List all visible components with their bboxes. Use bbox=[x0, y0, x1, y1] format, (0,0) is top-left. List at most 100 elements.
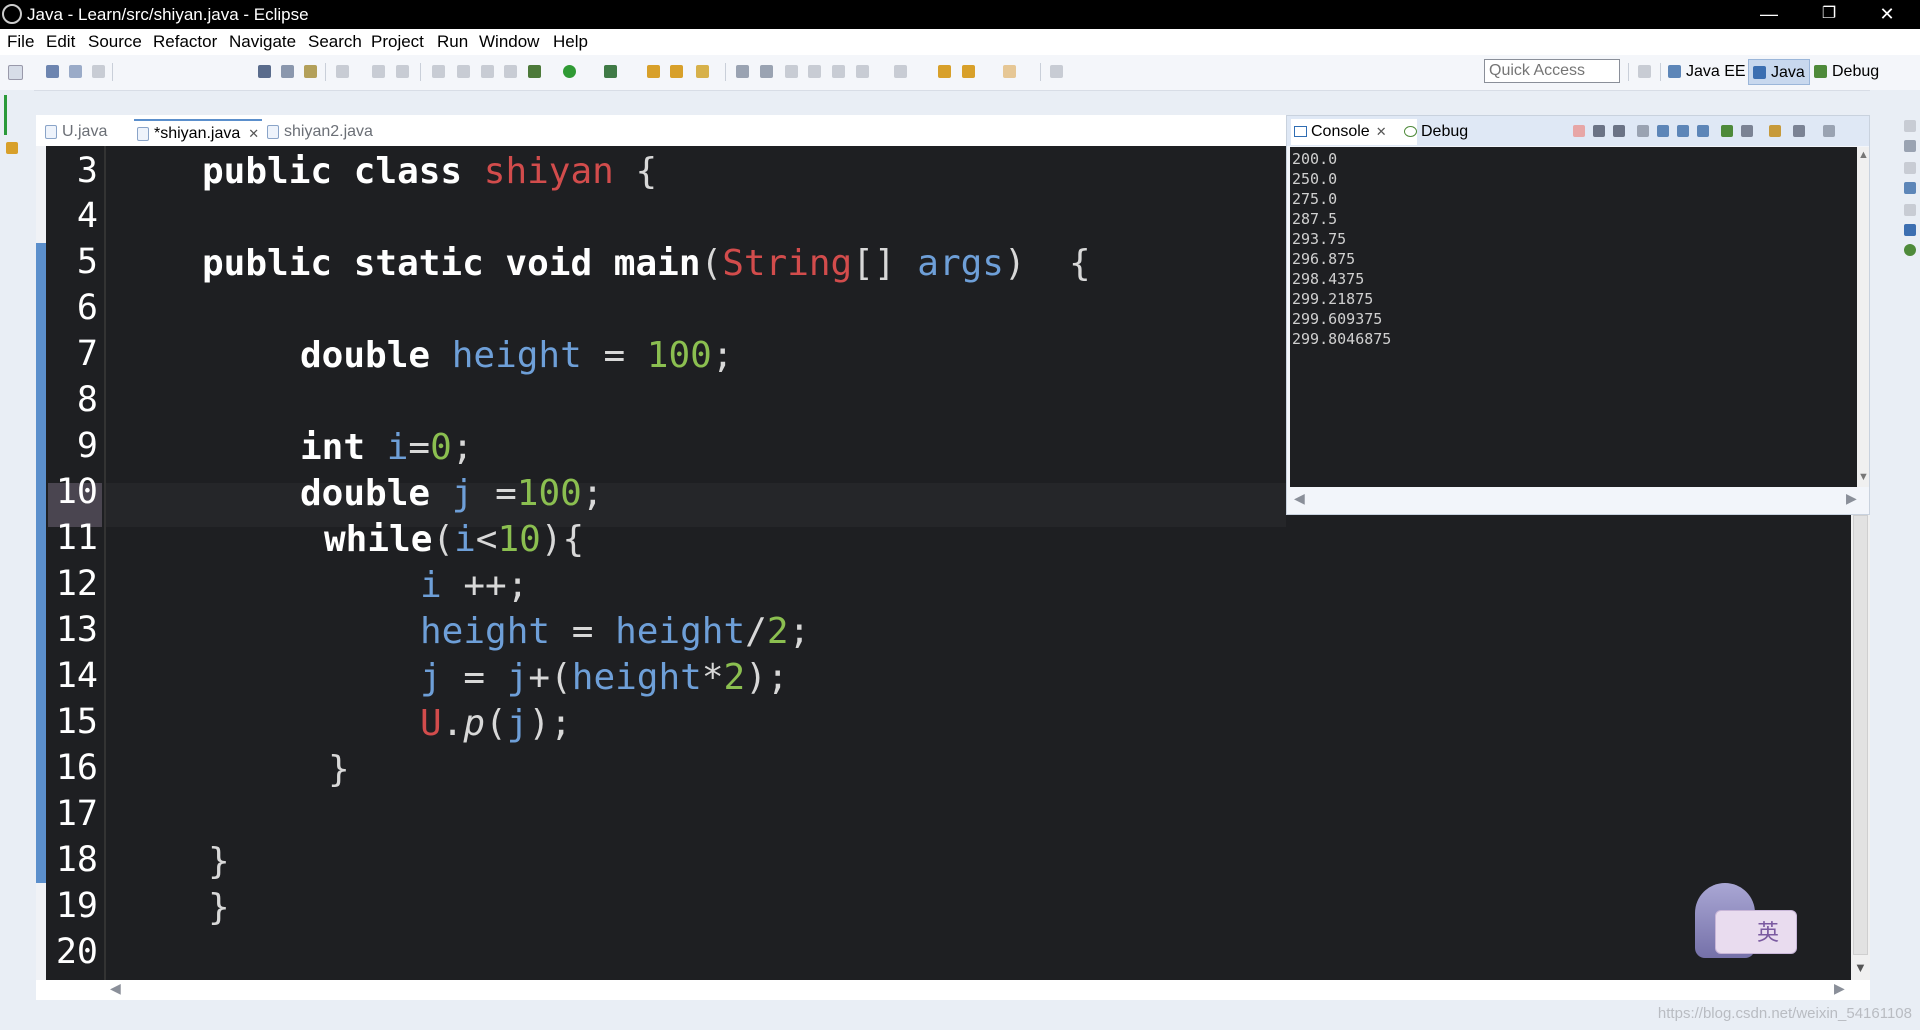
minimize-view-icon[interactable] bbox=[1823, 125, 1835, 137]
toggle-mark-occurrences-icon[interactable] bbox=[258, 65, 271, 78]
menu-edit[interactable]: Edit bbox=[46, 32, 75, 52]
open-type-icon[interactable] bbox=[670, 65, 683, 78]
console-horizontal-scrollbar[interactable]: ◀ ▶ bbox=[1290, 488, 1864, 512]
scroll-down-icon[interactable]: ▼ bbox=[1858, 471, 1869, 483]
open-console-icon[interactable] bbox=[1769, 125, 1781, 137]
new-icon[interactable] bbox=[8, 65, 23, 80]
remove-all-launches-icon[interactable] bbox=[1613, 125, 1625, 137]
pin-icon[interactable] bbox=[1050, 65, 1063, 78]
menu-run[interactable]: Run bbox=[437, 32, 468, 52]
outline-icon[interactable] bbox=[1904, 182, 1916, 194]
menu-help[interactable]: Help bbox=[553, 32, 588, 52]
resume-icon[interactable] bbox=[372, 65, 385, 78]
annotation-nav-icon[interactable] bbox=[894, 65, 907, 78]
skip-breakpoints-icon[interactable] bbox=[336, 65, 349, 78]
editor-horizontal-scrollbar[interactable]: ◀ ▶ bbox=[36, 980, 1870, 1000]
back-icon[interactable] bbox=[938, 65, 951, 78]
scroll-right-icon[interactable]: ▶ bbox=[1834, 980, 1845, 997]
console-icon bbox=[1294, 126, 1307, 137]
pin-editor-icon[interactable] bbox=[785, 65, 798, 78]
java-file-icon bbox=[137, 127, 149, 141]
suspend-icon[interactable] bbox=[396, 65, 409, 78]
close-button[interactable]: ✕ bbox=[1858, 0, 1916, 29]
perspective-debug[interactable]: Debug bbox=[1810, 59, 1883, 85]
code-line-13: height = height/2; bbox=[420, 611, 811, 652]
perspective-java-ee[interactable]: Java EE bbox=[1664, 59, 1750, 85]
clear-console-icon[interactable] bbox=[1637, 125, 1649, 137]
code-editor[interactable]: public class shiyan { public static void… bbox=[106, 146, 1286, 980]
debug-icon[interactable] bbox=[528, 65, 541, 78]
console-line: 296.875 bbox=[1292, 250, 1356, 268]
save-all-icon[interactable] bbox=[69, 65, 82, 78]
tab-debug[interactable]: Debug bbox=[1401, 119, 1501, 145]
open-perspective-icon[interactable] bbox=[1638, 65, 1651, 78]
scrollbar-thumb[interactable] bbox=[1853, 515, 1868, 955]
scroll-up-icon[interactable]: ▲ bbox=[1858, 149, 1869, 161]
tab-console[interactable]: Console ✕ bbox=[1291, 119, 1417, 145]
scroll-lock-icon[interactable] bbox=[1657, 125, 1669, 137]
show-on-stderr-icon[interactable] bbox=[1697, 125, 1709, 137]
editor-vertical-scrollbar[interactable]: ▼ bbox=[1851, 515, 1870, 980]
step-into-icon[interactable] bbox=[432, 65, 445, 78]
scroll-left-icon[interactable]: ◀ bbox=[110, 980, 121, 997]
task-list-icon[interactable] bbox=[1904, 140, 1916, 152]
next-edit-icon[interactable] bbox=[856, 65, 869, 78]
last-edit-icon[interactable] bbox=[832, 65, 845, 78]
menu-navigate[interactable]: Navigate bbox=[229, 32, 296, 52]
view-menu-icon[interactable] bbox=[1793, 125, 1805, 137]
restore-view-icon[interactable] bbox=[1904, 162, 1916, 174]
package-explorer-icon[interactable] bbox=[6, 142, 18, 154]
remove-launch-icon[interactable] bbox=[1593, 125, 1605, 137]
prev-annotation-icon[interactable] bbox=[760, 65, 773, 78]
console-line: 298.4375 bbox=[1292, 270, 1365, 288]
menu-project[interactable]: Project bbox=[371, 32, 424, 52]
perspective-java[interactable]: Java bbox=[1748, 59, 1810, 85]
console-vertical-scrollbar[interactable]: ▲ ▼ bbox=[1857, 147, 1869, 487]
line-number: 15 bbox=[55, 702, 98, 742]
forward-icon[interactable] bbox=[1003, 65, 1016, 78]
show-whitespace-icon[interactable] bbox=[808, 65, 821, 78]
new-java-project-icon[interactable] bbox=[647, 65, 660, 78]
menu-source[interactable]: Source bbox=[88, 32, 142, 52]
title-bar: Java - Learn/src/shiyan.java - Eclipse —… bbox=[0, 0, 1920, 29]
show-on-stdout-icon[interactable] bbox=[1677, 125, 1689, 137]
scroll-left-icon[interactable]: ◀ bbox=[1294, 490, 1305, 507]
next-annotation-icon[interactable] bbox=[736, 65, 749, 78]
editor-tab-bar: U.java *shiyan.java ✕ shiyan2.java bbox=[36, 115, 1286, 146]
tab-shiyan2-java[interactable]: shiyan2.java bbox=[264, 119, 394, 146]
menu-file[interactable]: File bbox=[7, 32, 34, 52]
debug-icon[interactable] bbox=[1904, 244, 1916, 256]
minimize-button[interactable]: — bbox=[1740, 0, 1798, 29]
display-console-icon[interactable] bbox=[1741, 125, 1753, 137]
console-icon[interactable] bbox=[1904, 224, 1916, 236]
terminate-icon[interactable] bbox=[1573, 125, 1585, 137]
overview-ruler bbox=[36, 146, 46, 986]
toggle-block-selection-icon[interactable] bbox=[281, 65, 294, 78]
scroll-right-icon[interactable]: ▶ bbox=[1846, 490, 1857, 507]
coverage-icon[interactable] bbox=[604, 65, 617, 78]
disconnect-icon[interactable] bbox=[504, 65, 517, 78]
step-over-icon[interactable] bbox=[457, 65, 470, 78]
close-tab-icon[interactable]: ✕ bbox=[248, 126, 259, 141]
tab-shiyan-java[interactable]: *shiyan.java ✕ bbox=[134, 119, 262, 146]
print-icon[interactable] bbox=[92, 65, 105, 78]
restore-button[interactable]: ❐ bbox=[1800, 0, 1858, 29]
pin-console-icon[interactable] bbox=[1721, 125, 1733, 137]
menu-window[interactable]: Window bbox=[479, 32, 539, 52]
terminate-icon[interactable] bbox=[481, 65, 494, 78]
back-history-icon[interactable] bbox=[962, 65, 975, 78]
search-icon[interactable] bbox=[696, 65, 709, 78]
restore-view-icon[interactable] bbox=[1904, 204, 1916, 216]
code-line-11: while(i<10){ bbox=[324, 519, 585, 560]
scroll-down-icon[interactable]: ▼ bbox=[1854, 960, 1867, 975]
console-line: 299.21875 bbox=[1292, 290, 1374, 308]
menu-refactor[interactable]: Refactor bbox=[153, 32, 217, 52]
restore-view-icon[interactable] bbox=[1904, 120, 1916, 132]
quick-access-input[interactable] bbox=[1484, 59, 1620, 83]
console-output[interactable]: 200.0 250.0 275.0 287.5 293.75 296.875 2… bbox=[1290, 147, 1864, 487]
save-icon[interactable] bbox=[46, 65, 59, 78]
close-tab-icon[interactable]: ✕ bbox=[1376, 124, 1387, 139]
word-wrap-icon[interactable] bbox=[304, 65, 317, 78]
menu-search[interactable]: Search bbox=[308, 32, 362, 52]
run-icon[interactable] bbox=[563, 65, 576, 78]
